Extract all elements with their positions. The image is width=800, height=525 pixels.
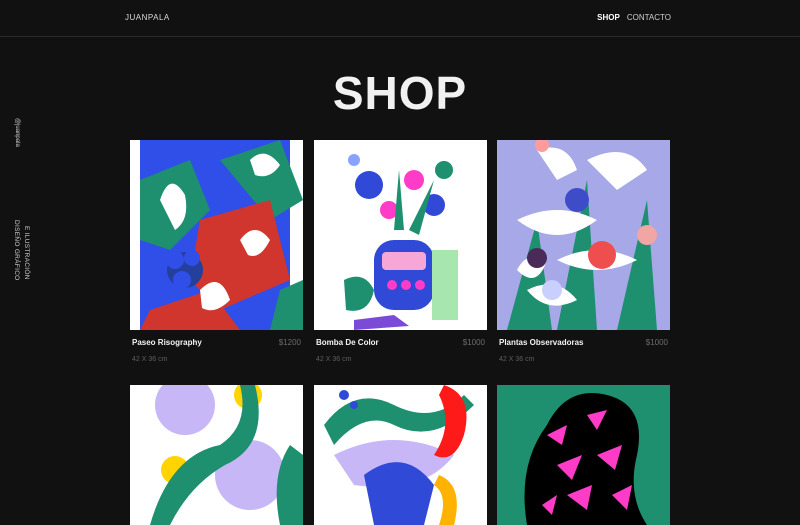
side-tagline: DISEÑO GRÁFICO E ILUSTRACIÓN xyxy=(8,220,34,290)
product-meta: Bomba De Color $1000 xyxy=(314,338,487,356)
social-handle-text: @juanpala xyxy=(14,118,20,147)
product-price: $1200 xyxy=(278,338,301,347)
product-image-row2-1[interactable] xyxy=(130,385,303,525)
nav-contacto-link[interactable]: CONTACTO xyxy=(627,13,671,22)
product-price: $1000 xyxy=(462,338,485,347)
product-image-row2-2[interactable] xyxy=(314,385,487,525)
product-name[interactable]: Paseo Risography xyxy=(132,338,202,347)
product-meta: Plantas Observadoras $1000 xyxy=(497,338,670,356)
nav-shop-link[interactable]: SHOP xyxy=(597,13,620,22)
product-card[interactable] xyxy=(497,385,670,525)
product-name[interactable]: Bomba De Color xyxy=(316,338,379,347)
product-name[interactable]: Plantas Observadoras xyxy=(499,338,583,347)
serpent-artwork xyxy=(314,385,487,525)
social-handle[interactable]: @juanpala xyxy=(8,118,20,152)
product-card[interactable]: Paseo Risography $1200 42 X 36 cm xyxy=(130,140,303,363)
paseo-risography-artwork xyxy=(130,140,303,330)
product-size: 42 X 36 cm xyxy=(132,356,168,363)
product-image-paseo[interactable] xyxy=(130,140,303,330)
product-card[interactable] xyxy=(130,385,303,525)
brand-logo[interactable]: JUANPALA xyxy=(125,13,170,22)
floral-purple-artwork xyxy=(130,385,303,525)
black-pink-figure-artwork xyxy=(497,385,670,525)
product-size: 42 X 36 cm xyxy=(316,356,352,363)
product-meta: Paseo Risography $1200 xyxy=(130,338,303,356)
product-card[interactable]: Plantas Observadoras $1000 42 X 36 cm xyxy=(497,140,670,363)
bomba-de-color-artwork xyxy=(314,140,487,330)
product-size: 42 X 36 cm xyxy=(499,356,535,363)
product-image-bomba[interactable] xyxy=(314,140,487,330)
tagline-line-2: E ILUSTRACIÓN xyxy=(23,226,30,280)
page-title: SHOP xyxy=(332,67,468,119)
product-image-row2-3[interactable] xyxy=(497,385,670,525)
plantas-observadoras-artwork xyxy=(497,140,670,330)
product-image-plantas[interactable] xyxy=(497,140,670,330)
product-card[interactable] xyxy=(314,385,487,525)
top-bar: JUANPALA SHOP CONTACTO xyxy=(0,0,800,37)
product-card[interactable]: Bomba De Color $1000 42 X 36 cm xyxy=(314,140,487,363)
main-nav: SHOP CONTACTO xyxy=(597,13,671,22)
product-price: $1000 xyxy=(645,338,668,347)
tagline-line-1: DISEÑO GRÁFICO xyxy=(13,220,20,281)
